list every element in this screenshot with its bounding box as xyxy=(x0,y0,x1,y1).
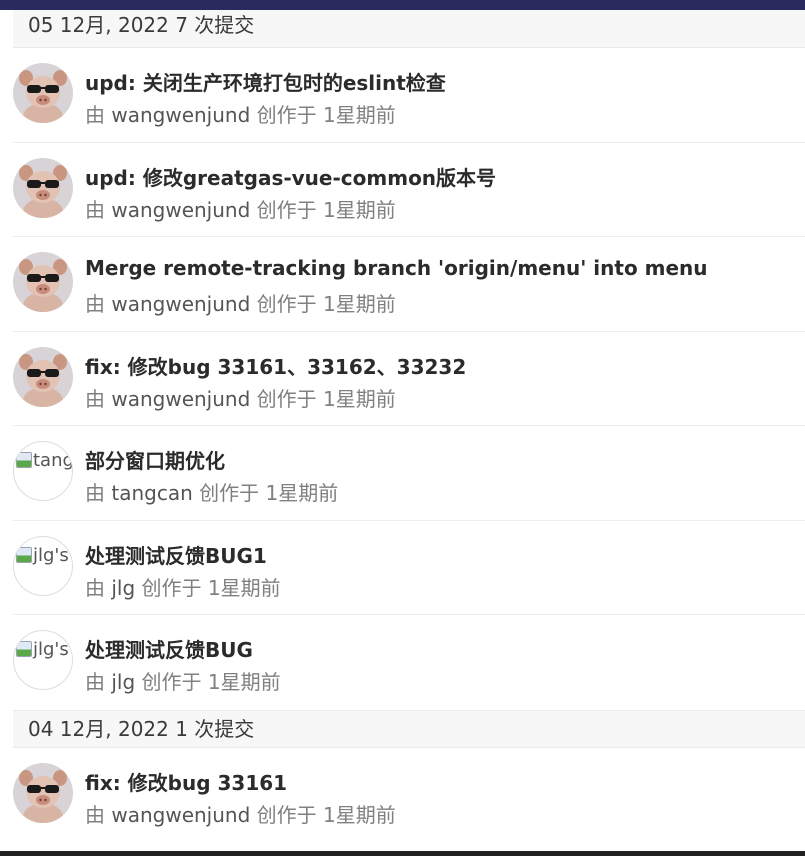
commit-row[interactable]: tang 部分窗口期优化 由 tangcan 创作于 1星期前 xyxy=(13,426,805,521)
created-label: 创作于 xyxy=(256,197,317,222)
by-label: 由 xyxy=(85,197,105,222)
by-label: 由 xyxy=(85,670,105,694)
commit-title[interactable]: upd: 修改greatgas-vue-common版本号 xyxy=(85,162,496,191)
created-label: 创作于 xyxy=(256,103,317,127)
by-label: 由 xyxy=(85,386,105,411)
commit-meta: 由 jlg 创作于 1星期前 xyxy=(85,572,281,601)
author-link[interactable]: wangwenjund xyxy=(111,292,250,316)
commit-time: 1星期前 xyxy=(323,197,396,222)
created-label: 创作于 xyxy=(141,575,202,600)
created-label: 创作于 xyxy=(256,292,317,316)
commit-row[interactable]: upd: 关闭生产环境打包时的eslint检查 由 wangwenjund 创作… xyxy=(13,48,805,143)
commit-time: 1星期前 xyxy=(207,575,281,600)
avatar[interactable]: jlg's xyxy=(13,630,73,690)
commit-meta: 由 wangwenjund 创作于 1星期前 xyxy=(85,383,396,412)
avatar[interactable] xyxy=(13,346,73,407)
commit-meta: 由 wangwenjund 创作于 1星期前 xyxy=(85,194,396,223)
by-label: 由 xyxy=(85,481,105,505)
broken-image-icon xyxy=(16,546,32,563)
broken-image-alt: jlg's xyxy=(16,545,69,566)
commit-meta: 由 wangwenjund 创作于 1星期前 xyxy=(85,799,396,828)
commit-row[interactable]: jlg's 处理测试反馈BUG 由 jlg 创作于 1星期前 xyxy=(13,615,805,710)
day-header: 04 12月, 2022 1 次提交 xyxy=(13,709,805,748)
created-label: 创作于 xyxy=(256,802,317,827)
commit-meta: 由 jlg 创作于 1星期前 xyxy=(85,666,281,695)
commit-time: 1星期前 xyxy=(265,481,339,505)
author-link[interactable]: wangwenjund xyxy=(111,198,250,222)
author-link[interactable]: tangcan xyxy=(111,481,192,505)
pig-sunglasses-avatar-icon xyxy=(13,157,73,218)
pig-sunglasses-avatar-icon xyxy=(13,346,73,407)
pig-sunglasses-avatar-icon xyxy=(13,63,73,123)
commit-title[interactable]: fix: 修改bug 33161 xyxy=(85,767,287,796)
broken-image-alt: tang xyxy=(16,450,73,471)
by-label: 由 xyxy=(85,292,105,316)
pig-sunglasses-avatar-icon xyxy=(13,762,73,823)
commit-title[interactable]: 处理测试反馈BUG1 xyxy=(85,540,267,569)
avatar[interactable] xyxy=(13,63,73,123)
commit-row[interactable]: fix: 修改bug 33161 由 wangwenjund 创作于 1星期前 xyxy=(13,748,805,843)
top-bar xyxy=(0,0,805,10)
commit-title[interactable]: Merge remote-tracking branch 'origin/men… xyxy=(85,256,708,280)
author-link[interactable]: jlg xyxy=(111,670,135,694)
commit-row[interactable]: jlg's 处理测试反馈BUG1 由 jlg 创作于 1星期前 xyxy=(13,521,805,615)
author-link[interactable]: jlg xyxy=(111,576,135,600)
avatar-alt-text: jlg's xyxy=(33,544,69,566)
commit-row[interactable]: Merge remote-tracking branch 'origin/men… xyxy=(13,237,805,332)
pig-sunglasses-avatar-icon xyxy=(13,252,73,312)
commit-meta: 由 tangcan 创作于 1星期前 xyxy=(85,477,338,506)
by-label: 由 xyxy=(85,575,105,600)
commit-list: 05 12月, 2022 7 次提交 upd: 关闭生产环境打包时的eslint… xyxy=(13,10,805,842)
created-label: 创作于 xyxy=(141,670,202,694)
by-label: 由 xyxy=(85,103,105,127)
commit-row[interactable]: upd: 修改greatgas-vue-common版本号 由 wangwenj… xyxy=(13,143,805,237)
avatar[interactable] xyxy=(13,157,73,218)
broken-image-icon xyxy=(16,641,32,657)
commit-title[interactable]: upd: 关闭生产环境打包时的eslint检查 xyxy=(85,67,446,96)
commit-title[interactable]: 部分窗口期优化 xyxy=(85,445,225,474)
broken-image-alt: jlg's xyxy=(16,639,69,660)
avatar[interactable]: jlg's xyxy=(13,535,73,596)
avatar-alt-text: tang xyxy=(33,450,73,471)
commit-meta: 由 wangwenjund 创作于 1星期前 xyxy=(85,288,396,317)
author-link[interactable]: wangwenjund xyxy=(111,103,250,127)
broken-image-icon xyxy=(16,452,32,468)
created-label: 创作于 xyxy=(199,481,260,505)
commit-title[interactable]: 处理测试反馈BUG xyxy=(85,634,253,663)
avatar[interactable] xyxy=(13,252,73,312)
commit-row[interactable]: fix: 修改bug 33161、33162、33232 由 wangwenju… xyxy=(13,332,805,426)
avatar[interactable] xyxy=(13,762,73,823)
day-header: 05 12月, 2022 7 次提交 xyxy=(13,10,805,48)
commit-title[interactable]: fix: 修改bug 33161、33162、33232 xyxy=(85,351,466,380)
by-label: 由 xyxy=(85,802,105,827)
author-link[interactable]: wangwenjund xyxy=(111,387,250,411)
bottom-bar xyxy=(0,851,805,856)
commit-time: 1星期前 xyxy=(207,670,281,694)
avatar-alt-text: jlg's xyxy=(33,639,69,660)
commit-meta: 由 wangwenjund 创作于 1星期前 xyxy=(85,99,396,128)
commit-time: 1星期前 xyxy=(323,386,396,411)
commit-time: 1星期前 xyxy=(323,802,396,827)
created-label: 创作于 xyxy=(256,386,317,411)
author-link[interactable]: wangwenjund xyxy=(111,803,250,827)
commit-time: 1星期前 xyxy=(323,292,396,316)
avatar[interactable]: tang xyxy=(13,441,73,501)
commit-time: 1星期前 xyxy=(323,103,396,127)
